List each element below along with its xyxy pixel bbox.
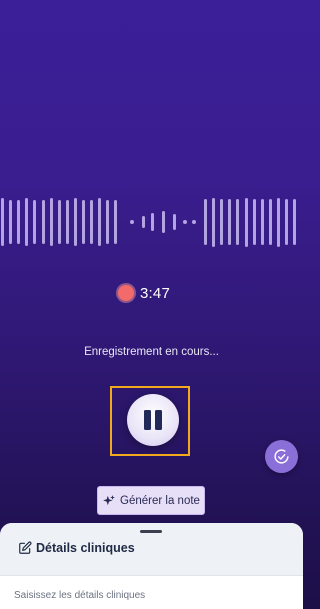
sparkles-icon	[103, 494, 115, 505]
generate-note-button[interactable]: Générer la note	[97, 486, 205, 515]
waveform-bar	[268, 199, 272, 245]
waveform-bar	[204, 199, 207, 245]
waveform-bar	[244, 197, 248, 247]
record-indicator-icon	[118, 285, 134, 301]
waveform-bar	[41, 200, 45, 244]
waveform-dot	[192, 220, 196, 224]
waveform-bar	[98, 198, 102, 246]
waveform-bar	[106, 200, 110, 244]
waveform-bar	[252, 199, 256, 245]
waveform-bar	[220, 199, 224, 245]
pause-button[interactable]	[127, 394, 179, 446]
waveform-bar	[33, 200, 37, 244]
waveform-bar	[173, 214, 176, 230]
waveform-bar	[276, 197, 280, 247]
waveform-bar	[57, 200, 61, 244]
waveform-bar	[25, 198, 29, 246]
waveform-bar	[1, 198, 4, 246]
waveform-dot	[183, 220, 187, 224]
waveform-bar	[236, 199, 240, 245]
audio-waveform	[0, 196, 303, 248]
sheet-title-text: Détails cliniques	[36, 541, 135, 555]
sheet-header[interactable]: Détails cliniques	[0, 523, 303, 576]
pause-icon	[144, 410, 151, 430]
waveform-bar	[228, 199, 232, 245]
clinical-details-sheet: Détails cliniques Saisissez les détails …	[0, 523, 303, 609]
waveform-bar	[293, 199, 297, 245]
check-circle-icon	[274, 449, 289, 464]
generate-note-label: Générer la note	[120, 494, 200, 507]
waveform-bar	[285, 199, 288, 245]
recording-screen: 3:47 Enregistrement en cours... Générer …	[0, 0, 303, 609]
clinical-details-input[interactable]: Saisissez les détails cliniques	[14, 590, 145, 601]
timer-text: 3:47	[140, 284, 170, 302]
waveform-bar	[212, 197, 216, 247]
edit-icon	[19, 541, 32, 554]
waveform-bar	[142, 216, 145, 228]
waveform-bar	[49, 198, 53, 246]
waveform-bar	[260, 199, 264, 245]
recording-timer: 3:47	[118, 282, 170, 304]
waveform-bar	[151, 213, 154, 231]
waveform-bar	[65, 200, 69, 244]
sheet-title: Détails cliniques	[18, 541, 135, 555]
recording-status: Enregistrement en cours...	[84, 346, 219, 358]
floating-check-button[interactable]	[265, 440, 298, 473]
waveform-bar	[73, 198, 77, 246]
waveform-bar	[17, 200, 21, 244]
waveform-bar	[114, 200, 118, 244]
waveform-bar	[82, 200, 85, 244]
waveform-bar	[9, 200, 13, 244]
waveform-dot	[130, 220, 134, 224]
sheet-drag-handle[interactable]	[140, 530, 162, 533]
waveform-bar	[162, 211, 165, 233]
waveform-bar	[90, 200, 94, 244]
